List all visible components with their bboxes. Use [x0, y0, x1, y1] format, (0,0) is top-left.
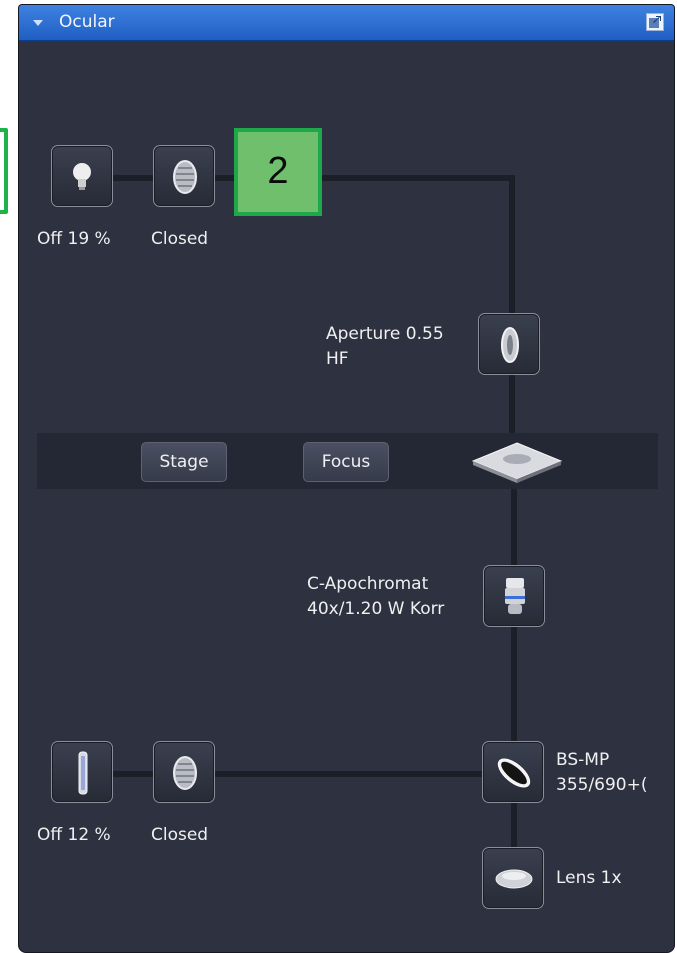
stage-button[interactable]: Stage: [141, 442, 227, 482]
aperture-button[interactable]: [478, 313, 540, 375]
panel-titlebar[interactable]: Ocular: [19, 5, 674, 41]
objective-label-line2: 40x/1.20 W Korr: [307, 599, 445, 619]
fluorescence-lamp-button[interactable]: [51, 741, 113, 803]
beam-bottom-left: [109, 771, 155, 777]
focus-button[interactable]: Focus: [303, 442, 389, 482]
panel-title: Ocular: [59, 12, 115, 32]
objective-button[interactable]: [483, 565, 545, 627]
aperture-label-line2: HF: [326, 349, 349, 369]
ocular-panel: Ocular Off 19 % Closed Aperture 0.55 HF …: [18, 4, 675, 953]
beam-vertical-lower: [511, 485, 517, 885]
aperture-label-line1: Aperture 0.55: [326, 324, 444, 344]
objective-label-line1: C-Apochromat: [307, 574, 429, 594]
tube-lens-button[interactable]: [482, 847, 544, 909]
beamsplitter-label-line2: 355/690+(: [556, 775, 648, 795]
step-number-callout: 2: [234, 128, 322, 216]
beamsplitter-label-line1: BS-MP: [556, 750, 610, 770]
undock-icon[interactable]: [646, 13, 664, 31]
beam-top-left: [109, 175, 155, 181]
tube-lens-label: Lens 1x: [556, 868, 622, 888]
top-shutter-button[interactable]: [153, 145, 215, 207]
halogen-lamp-button[interactable]: [51, 145, 113, 207]
top-shutter-label: Closed: [151, 229, 209, 249]
bottom-shutter-label: Closed: [151, 825, 209, 845]
collapse-arrow-icon[interactable]: [33, 20, 43, 26]
beam-bottom-right: [215, 771, 515, 777]
fluorescence-lamp-label: Off 12 %: [37, 825, 111, 845]
stage-icon[interactable]: [471, 439, 563, 487]
annotation-highlight-box: [0, 128, 8, 214]
beamsplitter-button[interactable]: [482, 741, 544, 803]
halogen-lamp-label: Off 19 %: [37, 229, 111, 249]
bottom-shutter-button[interactable]: [153, 741, 215, 803]
